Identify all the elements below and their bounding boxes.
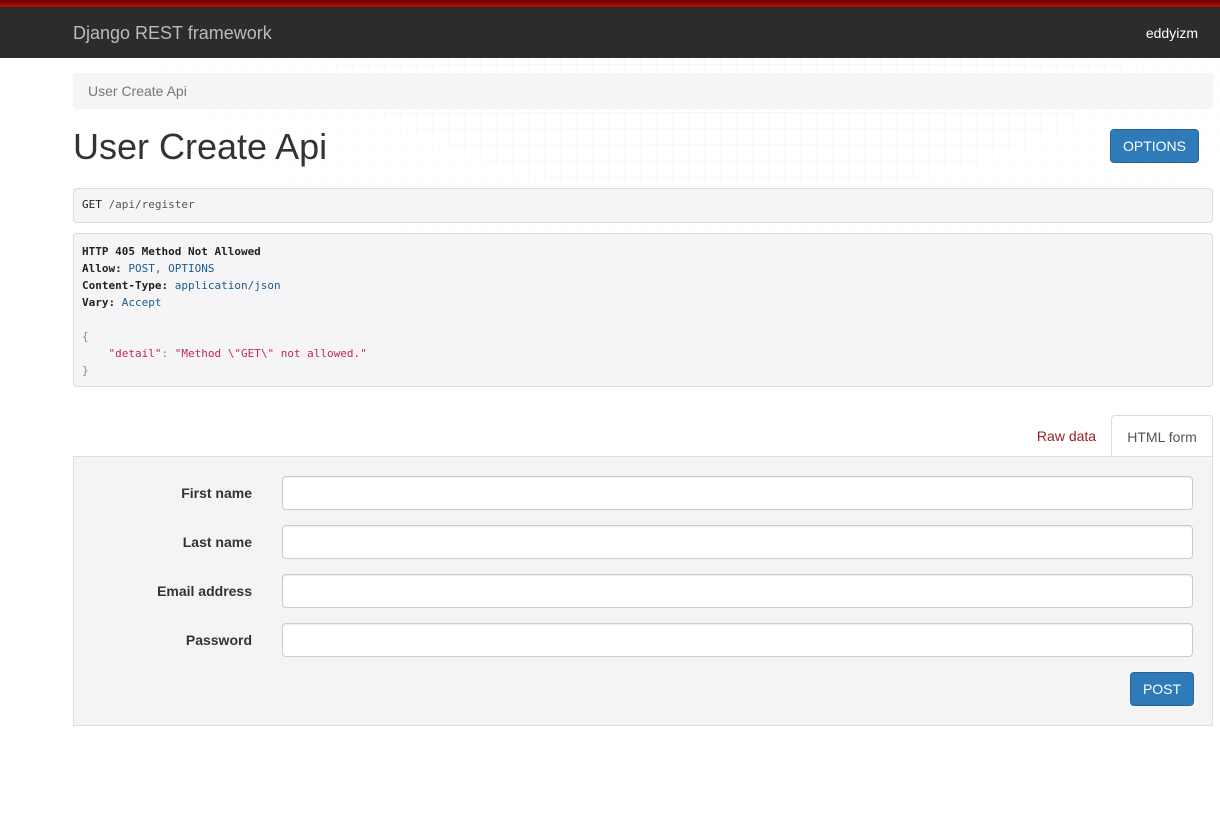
password-label: Password <box>185 632 252 648</box>
last-name-label: Last name <box>182 534 252 550</box>
status-line: HTTP 405 Method Not Allowed <box>82 245 261 258</box>
password-input[interactable] <box>282 623 1193 657</box>
header-value: application/json <box>174 279 281 292</box>
form-row-password: Password <box>74 623 1214 657</box>
response-header-row: Content-Type: application/json <box>82 277 1204 294</box>
request-info: GET /api/register <box>73 188 1213 223</box>
header-value: Accept <box>121 296 162 309</box>
request-method: GET <box>82 198 102 211</box>
json-key: "detail" <box>108 347 162 360</box>
json-colon: : <box>161 347 169 360</box>
tab-html-form[interactable]: HTML form <box>1111 415 1213 458</box>
email-input[interactable] <box>282 574 1193 608</box>
email-label: Email address <box>157 583 252 599</box>
page-title: User Create Api <box>73 126 328 167</box>
form-row-first-name: First name <box>74 476 1214 510</box>
json-open-brace: { <box>82 330 89 343</box>
json-value: "Method \"GET\" not allowed." <box>174 347 367 360</box>
user-menu[interactable]: eddyizm <box>1146 25 1198 41</box>
request-path: /api/register <box>108 198 195 211</box>
breadcrumb: User Create Api <box>73 73 1213 109</box>
html-form-panel: First name Last name Email address Passw… <box>73 456 1213 726</box>
navbar: Django REST framework eddyizm <box>0 0 1220 58</box>
json-close-brace: } <box>82 364 89 377</box>
response-header-row: Allow: POST, OPTIONS <box>82 260 1204 277</box>
brand-link[interactable]: Django REST framework <box>73 23 272 44</box>
breadcrumb-item-active: User Create Api <box>88 83 187 99</box>
response-info: HTTP 405 Method Not Allowed Allow: POST,… <box>73 233 1213 387</box>
post-button[interactable]: POST <box>1130 672 1194 706</box>
navbar-accent-line <box>0 0 1220 3</box>
first-name-input[interactable] <box>282 476 1193 510</box>
response-status: HTTP 405 Method Not Allowed <box>82 243 1204 260</box>
response-header-row: Vary: Accept <box>82 294 1204 311</box>
last-name-input[interactable] <box>282 525 1193 559</box>
header-name: Allow: <box>82 262 122 275</box>
header-value: POST, OPTIONS <box>128 262 215 275</box>
content-tabs: Raw data HTML form <box>1022 415 1213 458</box>
first-name-label: First name <box>181 485 252 501</box>
header-name: Vary: <box>82 296 116 309</box>
tab-raw-data[interactable]: Raw data <box>1022 415 1111 457</box>
header-name: Content-Type: <box>82 279 169 292</box>
json-detail-row: "detail": "Method \"GET\" not allowed." <box>82 345 1204 362</box>
form-row-last-name: Last name <box>74 525 1214 559</box>
options-button[interactable]: OPTIONS <box>1110 129 1199 163</box>
form-row-email: Email address <box>74 574 1214 608</box>
